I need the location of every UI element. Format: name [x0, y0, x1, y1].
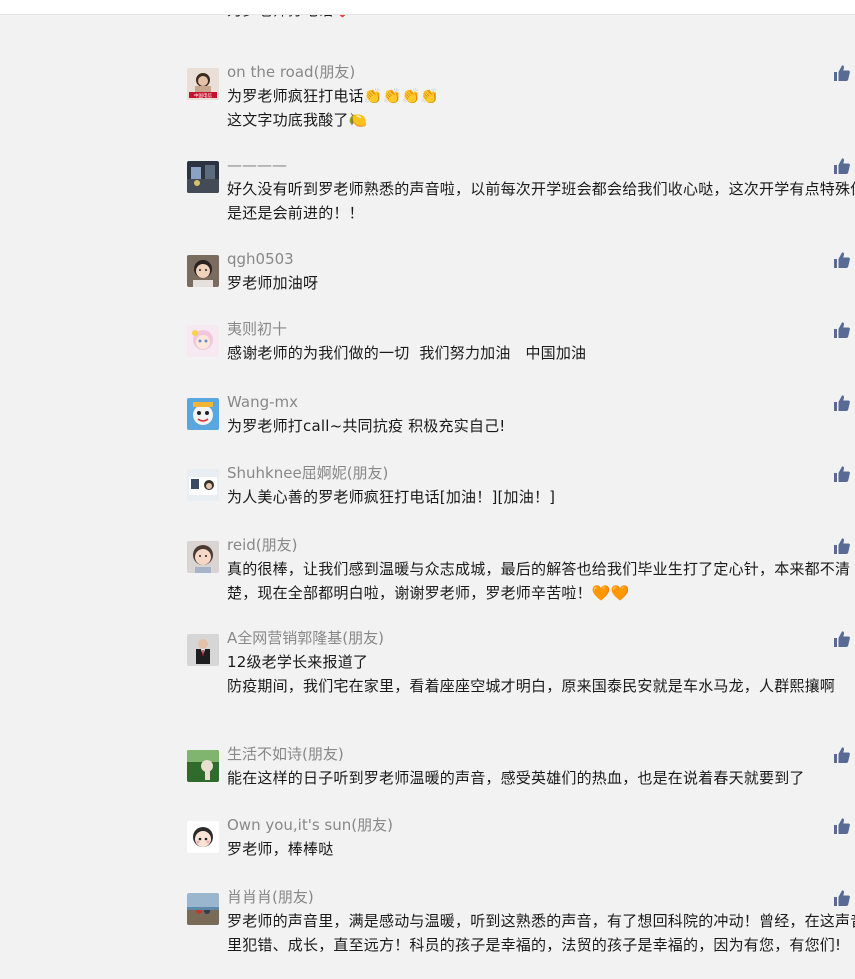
avatar-landscape-icon[interactable] — [187, 469, 219, 501]
thumbs-up-icon[interactable] — [833, 394, 851, 412]
avatar-nature-icon[interactable] — [187, 750, 219, 782]
thumbs-up-icon[interactable] — [833, 251, 851, 269]
comment-content: 能在这样的日子听到罗老师温暖的声音，感受英雄们的热血，也是在说着春天就要到了 — [227, 769, 805, 787]
comment-nickname: Wang-mx — [227, 393, 298, 411]
avatar-cartoon-icon[interactable] — [187, 398, 219, 430]
comment-nickname: on the road(朋友) — [227, 63, 356, 81]
avatar-boy-icon[interactable] — [187, 255, 219, 287]
comment-content: 真的很棒，让我们感到温暖与众志成城，最后的解答也给我们毕业生打了定心针，本来都不… — [227, 560, 851, 602]
comment-nickname: Shuhknee屈婀妮(朋友) — [227, 464, 389, 482]
thumbs-up-icon[interactable] — [833, 321, 851, 339]
comment-content: 罗老师，棒棒哒 — [227, 840, 334, 858]
thumbs-up-icon[interactable] — [833, 889, 851, 907]
thumbs-up-icon[interactable] — [833, 746, 851, 764]
comment-content: 为人美心善的罗老师疯狂打电话[加油！][加油！] — [227, 488, 556, 506]
comment-nickname: reid(朋友) — [227, 536, 298, 554]
avatar-man-suit-icon[interactable] — [187, 634, 219, 666]
avatar-anime-icon[interactable] — [187, 325, 219, 357]
comment-content: 12级老学长来报道了 防疫期间，我们宅在家里，看着座座空城才明白，原来国泰民安就… — [227, 653, 836, 695]
comment-nickname: 肖肖肖(朋友) — [227, 888, 314, 906]
avatar-beach-icon[interactable] — [187, 893, 219, 925]
comment-content: 罗老师加油呀 — [227, 274, 319, 292]
comment-content: 好久没有听到罗老师熟悉的声音啦，以前每次开学班会都会给我们收心哒，这次开学有点特… — [227, 180, 855, 222]
svg-text:中国电信: 中国电信 — [194, 92, 212, 99]
comment-nickname: ———— — [227, 156, 287, 174]
thumbs-up-icon[interactable] — [833, 64, 851, 82]
comment-nickname: 生活不如诗(朋友) — [227, 745, 344, 763]
thumbs-up-icon[interactable] — [833, 630, 851, 648]
comment-content: 罗老师的声音里，满是感动与温暖，听到这熟悉的声音，有了想回科院的冲动！曾经，在这… — [227, 912, 855, 954]
avatar-woman-icon[interactable]: 中国电信 — [187, 68, 219, 100]
comment-nickname: 夷则初十 — [227, 320, 288, 338]
avatar-child-icon[interactable] — [187, 541, 219, 573]
comment-nickname: qgh0503 — [227, 250, 294, 268]
comment-content: 为罗老师打call~共同抗疫 积极充实自己! — [227, 417, 506, 435]
thumbs-up-icon[interactable] — [833, 537, 851, 555]
thumbs-up-icon[interactable] — [833, 817, 851, 835]
comment-content: 为罗老师疯狂打电话👏👏👏👏 这文字功底我酸了🍋 — [227, 87, 440, 129]
avatar-street-icon[interactable] — [187, 161, 219, 193]
comment-nickname: A全网营销郭隆基(朋友) — [227, 629, 384, 647]
comment-content: 感谢老师的为我们做的一切 我们努力加油 中国加油 — [227, 344, 587, 362]
avatar-cute-icon[interactable] — [187, 821, 219, 853]
top-bar — [0, 0, 855, 15]
thumbs-up-icon[interactable] — [833, 465, 851, 483]
comment-nickname: Own you,it's sun(朋友) — [227, 816, 393, 834]
thumbs-up-icon[interactable] — [833, 157, 851, 175]
